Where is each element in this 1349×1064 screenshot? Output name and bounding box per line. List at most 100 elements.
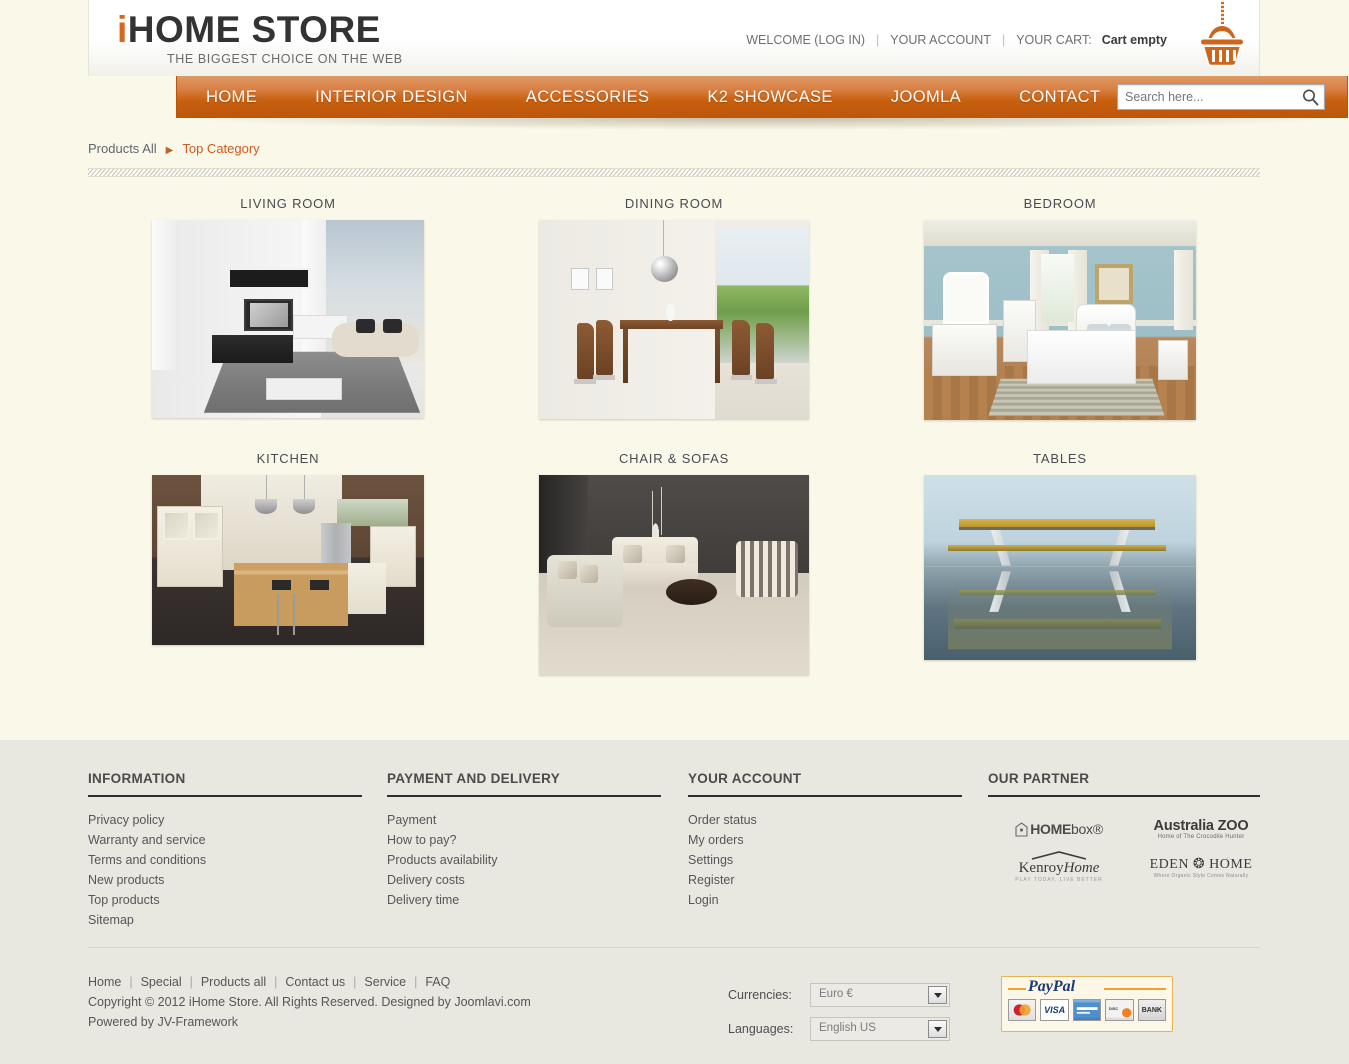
bottom-link-faq[interactable]: FAQ [425, 975, 450, 989]
footer-selectors: Currencies: Euro € Languages: English US [728, 978, 950, 1046]
category-card-living-room[interactable]: LIVING ROOM [88, 196, 488, 418]
category-card-tables[interactable]: TABLES [860, 451, 1260, 660]
breadcrumb-root[interactable]: Products All [88, 141, 157, 156]
site-logo[interactable]: iHOME STORE THE BIGGEST CHOICE ON THE WE… [117, 9, 403, 66]
category-image-dining-room[interactable] [539, 220, 809, 419]
chevron-down-icon[interactable] [928, 1020, 947, 1038]
footer-column-information: INFORMATION Privacy policy Warranty and … [88, 771, 362, 930]
nav-item-accessories[interactable]: ACCESSORIES [497, 76, 679, 118]
search-box[interactable] [1117, 84, 1325, 110]
footer-title-rule [688, 795, 962, 797]
category-card-dining-room[interactable]: DINING ROOM [474, 196, 874, 419]
search-input[interactable] [1125, 85, 1293, 109]
footer-column-our-partner: OUR PARTNER HOMEbox® Australia ZOO Home … [988, 771, 1260, 886]
visa-icon: VISA [1040, 999, 1069, 1021]
paypal-badge[interactable]: PayPal VISA DISC BANK [1001, 976, 1173, 1032]
page-root: iHOME STORE THE BIGGEST CHOICE ON THE WE… [0, 0, 1349, 1064]
category-image-living-room[interactable] [152, 220, 424, 418]
nav-item-k2-showcase[interactable]: K2 SHOWCASE [678, 76, 861, 118]
partner-logo-australia-zoo[interactable]: Australia ZOO Home of The Crocodile Hunt… [1130, 810, 1272, 848]
partner-name: HOMEbox® [1030, 821, 1103, 837]
bottom-separator: | [414, 975, 418, 989]
footer-link-order-status[interactable]: Order status [688, 810, 962, 830]
footer-link-terms-and-conditions[interactable]: Terms and conditions [88, 850, 362, 870]
footer-column-payment-and-delivery: PAYMENT AND DELIVERY Payment How to pay?… [387, 771, 661, 910]
discover-icon: DISC [1105, 999, 1134, 1021]
partner-tagline: Where Organic Style Comes Naturally [1153, 872, 1249, 879]
bottom-link-contact-us[interactable]: Contact us [285, 975, 345, 989]
footer-link-delivery-time[interactable]: Delivery time [387, 890, 661, 910]
category-image-kitchen[interactable] [152, 475, 424, 645]
partner-tagline: PLAY TODAY, LIVE BETTER [1015, 877, 1103, 883]
your-account-link[interactable]: YOUR ACCOUNT [890, 33, 991, 47]
partner-name: EDEN ❂ HOME [1149, 856, 1253, 872]
footer-link-login[interactable]: Login [688, 890, 962, 910]
category-image-chair-sofas[interactable] [539, 475, 809, 675]
logo-text: iHOME STORE [117, 9, 403, 51]
footer-column-title: INFORMATION [88, 771, 186, 786]
house-icon [1015, 821, 1028, 837]
footer-column-title: OUR PARTNER [988, 771, 1090, 786]
nav-item-interior-design[interactable]: INTERIOR DESIGN [286, 76, 497, 118]
bottom-separator: | [189, 975, 193, 989]
partner-logo-homebox[interactable]: HOMEbox® [988, 810, 1130, 848]
category-title: CHAIR & SOFAS [618, 451, 730, 466]
header-separator-2: | [1001, 33, 1006, 47]
footer-divider [88, 947, 1260, 948]
breadcrumb-current: Top Category [182, 141, 260, 156]
nav-item-contact[interactable]: CONTACT [990, 76, 1129, 118]
footer: INFORMATION Privacy policy Warranty and … [0, 740, 1349, 1064]
footer-link-warranty-and-service[interactable]: Warranty and service [88, 830, 362, 850]
bottom-link-special[interactable]: Special [141, 975, 182, 989]
login-link[interactable]: WELCOME (LOG IN) [746, 33, 865, 47]
footer-link-payment[interactable]: Payment [387, 810, 661, 830]
language-select[interactable]: English US [810, 1017, 950, 1041]
partner-name: KenroyHome [1018, 860, 1100, 876]
footer-link-privacy-policy[interactable]: Privacy policy [88, 810, 362, 830]
partner-logo-eden-home[interactable]: EDEN ❂ HOME Where Organic Style Comes Na… [1130, 848, 1272, 886]
footer-link-new-products[interactable]: New products [88, 870, 362, 890]
header-top-bar: iHOME STORE THE BIGGEST CHOICE ON THE WE… [88, 0, 1260, 76]
currency-select[interactable]: Euro € [810, 983, 950, 1007]
footer-link-delivery-costs[interactable]: Delivery costs [387, 870, 661, 890]
category-card-bedroom[interactable]: BEDROOM [860, 196, 1260, 420]
language-value: English US [819, 1022, 876, 1034]
bottom-link-service[interactable]: Service [364, 975, 406, 989]
amex-icon [1072, 999, 1102, 1021]
category-title: BEDROOM [1023, 196, 1097, 211]
footer-link-settings[interactable]: Settings [688, 850, 962, 870]
cart-label: YOUR CART: [1016, 33, 1092, 47]
footer-link-register[interactable]: Register [688, 870, 962, 890]
main-navigation: HOME INTERIOR DESIGN ACCESSORIES K2 SHOW… [176, 76, 1348, 130]
header-separator-1: | [876, 33, 880, 47]
footer-link-products-availability[interactable]: Products availability [387, 850, 661, 870]
bottom-link-products-all[interactable]: Products all [201, 975, 266, 989]
bottom-separator: | [353, 975, 357, 989]
breadcrumb-arrow-icon: ▶ [165, 145, 174, 156]
header-utility-links: WELCOME (LOG IN) | YOUR ACCOUNT | YOUR CART:… [746, 33, 1167, 47]
nav-item-joomla[interactable]: JOOMLA [862, 76, 990, 118]
category-grid: LIVING ROOM DINING ROOM BEDROOM KITCHEN … [88, 196, 1260, 681]
footer-title-rule [88, 795, 362, 797]
shopping-basket-icon[interactable] [1191, 2, 1253, 68]
category-title: LIVING ROOM [240, 196, 336, 211]
search-icon[interactable] [1301, 88, 1320, 107]
chevron-down-icon[interactable] [928, 986, 947, 1004]
category-image-bedroom[interactable] [924, 220, 1196, 420]
nav-item-home[interactable]: HOME [177, 76, 286, 118]
footer-link-my-orders[interactable]: My orders [688, 830, 962, 850]
footer-link-sitemap[interactable]: Sitemap [88, 910, 362, 930]
currencies-label: Currencies: [728, 988, 792, 1002]
category-card-kitchen[interactable]: KITCHEN [88, 451, 488, 645]
payment-card-icons: VISA DISC BANK [1002, 999, 1172, 1021]
nav-items: HOME INTERIOR DESIGN ACCESSORIES K2 SHOW… [177, 76, 1129, 118]
bottom-link-home[interactable]: Home [88, 975, 121, 989]
partner-logo-kenroy-home[interactable]: KenroyHome PLAY TODAY, LIVE BETTER [988, 848, 1130, 886]
category-card-chair-sofas[interactable]: CHAIR & SOFAS [474, 451, 874, 675]
footer-link-how-to-pay[interactable]: How to pay? [387, 830, 661, 850]
category-image-tables[interactable] [924, 475, 1196, 660]
footer-link-top-products[interactable]: Top products [88, 890, 362, 910]
cart-status[interactable]: Cart empty [1102, 33, 1167, 47]
language-selector-row: Languages: English US [728, 1012, 950, 1046]
logo-i-letter: i [117, 9, 128, 50]
